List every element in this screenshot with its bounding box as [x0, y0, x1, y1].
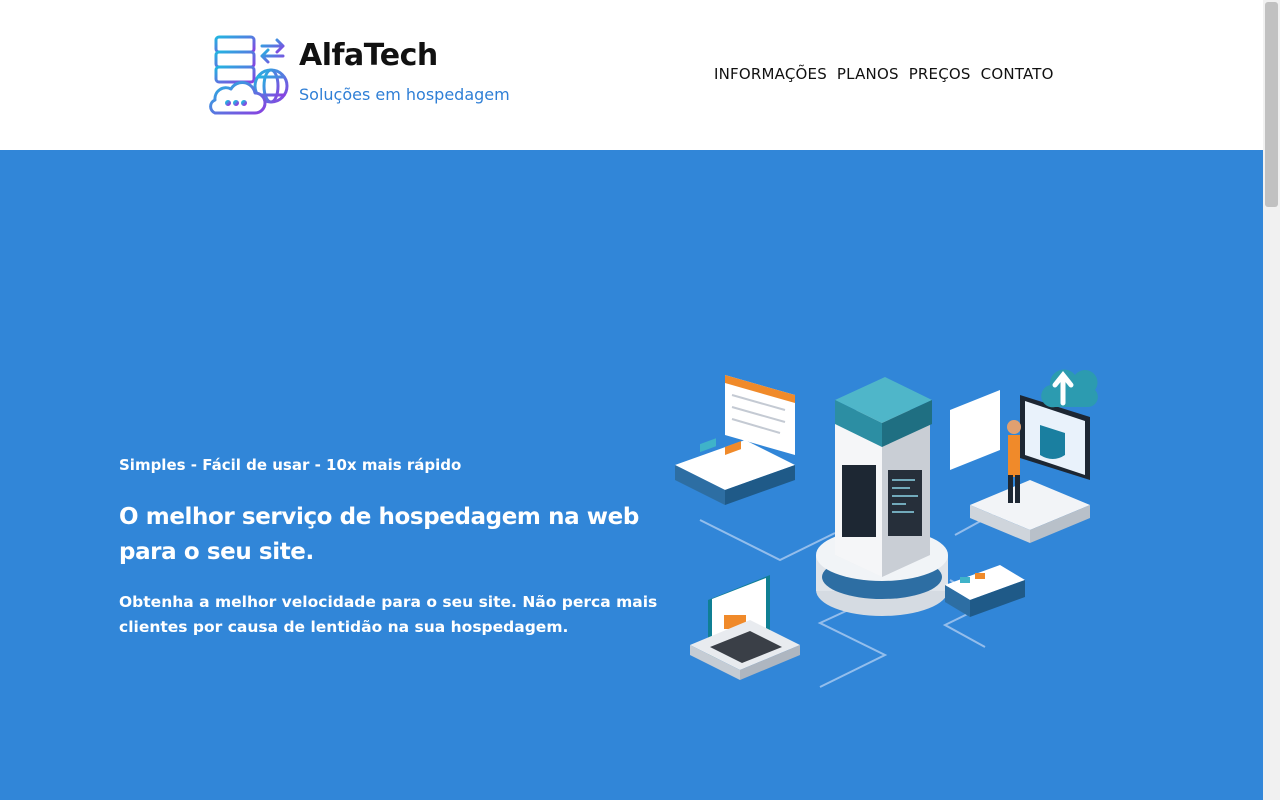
hero-eyebrow: Simples - Fácil de usar - 10x mais rápid… — [119, 456, 462, 474]
brand-tagline: Soluções em hospedagem — [299, 85, 510, 104]
nav-item-planos[interactable]: PLANOS — [837, 65, 899, 83]
nav-item-contato[interactable]: CONTATO — [981, 65, 1054, 83]
nav-item-informacoes[interactable]: INFORMAÇÕES — [714, 65, 827, 83]
scrollbar-thumb[interactable] — [1265, 2, 1278, 207]
server-cloud-globe-icon[interactable] — [207, 34, 289, 116]
server-network-illustration — [675, 369, 1098, 688]
brand-name[interactable]: AlfaTech — [299, 38, 438, 73]
hero-headline: O melhor serviço de hospedagem na web pa… — [119, 504, 639, 565]
hero-section: Simples - Fácil de usar - 10x mais rápid… — [0, 150, 1263, 800]
main-nav: INFORMAÇÕES PLANOS PREÇOS CONTATO — [714, 65, 1054, 83]
hero-subtext: Obtenha a melhor velocidade para o seu s… — [119, 593, 658, 636]
site-header: AlfaTech Soluções em hospedagem INFORMAÇ… — [0, 0, 1263, 150]
nav-item-precos[interactable]: PREÇOS — [909, 65, 971, 83]
